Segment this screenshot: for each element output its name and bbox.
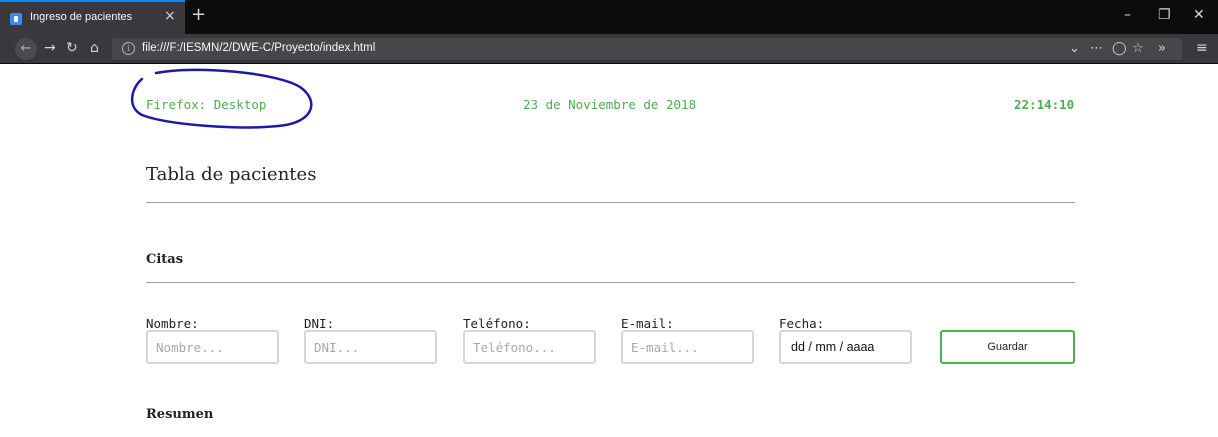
tab-close-button[interactable]: × [164, 8, 176, 24]
reload-icon[interactable]: ↻ [66, 40, 78, 56]
citas-heading: Citas [146, 252, 184, 267]
restore-icon[interactable]: ❐ [1158, 7, 1171, 23]
email-input[interactable] [621, 330, 754, 364]
page-title: Tabla de pacientes [146, 164, 317, 185]
forward-icon[interactable]: → [44, 40, 56, 56]
url-bar[interactable]: i file:///F:/IESMN/2/DWE-C/Proyecto/inde… [112, 38, 1182, 60]
page-content: Firefox: Desktop 23 de Noviembre de 2018… [0, 65, 1218, 437]
chevron-down-icon[interactable]: ⌄ [1069, 41, 1080, 56]
menu-icon[interactable]: ≡ [1196, 40, 1208, 56]
new-tab-button[interactable]: + [191, 4, 206, 25]
nombre-label: Nombre: [146, 316, 199, 331]
save-button[interactable]: Guardar [940, 330, 1075, 364]
citas-divider [146, 282, 1075, 283]
url-text[interactable]: file:///F:/IESMN/2/DWE-C/Proyecto/index.… [142, 42, 375, 54]
current-time: 22:14:10 [1014, 97, 1075, 112]
email-label: E-mail: [621, 316, 674, 331]
current-date: 23 de Noviembre de 2018 [523, 97, 697, 112]
bookmark-star-icon[interactable]: ☆ [1132, 41, 1144, 56]
back-icon[interactable]: ← [15, 38, 37, 60]
fecha-date-input[interactable]: dd / mm / aaaa [779, 330, 912, 364]
fecha-label: Fecha: [779, 316, 825, 331]
dni-label: DNI: [304, 316, 335, 331]
info-icon[interactable]: i [122, 42, 135, 55]
title-divider [146, 202, 1075, 203]
telefono-input[interactable] [463, 330, 596, 364]
minimize-icon[interactable]: – [1124, 7, 1131, 23]
close-icon[interactable]: ✕ [1193, 7, 1205, 23]
device-label: Firefox: Desktop [146, 97, 267, 112]
nombre-input[interactable] [146, 330, 279, 364]
pocket-icon[interactable]: ◯ [1112, 41, 1127, 56]
home-icon[interactable]: ⌂ [90, 40, 99, 56]
resumen-heading: Resumen [146, 407, 214, 422]
browser-nav-bar: ← → ↻ ⌂ i file:///F:/IESMN/2/DWE-C/Proye… [0, 34, 1218, 64]
favicon-icon [10, 13, 22, 25]
tab-title: Ingreso de pacientes [30, 11, 133, 23]
browser-tab-bar: Ingreso de pacientes × + – ❐ ✕ [0, 0, 1218, 34]
more-icon[interactable]: ⋯ [1090, 41, 1103, 56]
overflow-icon[interactable]: » [1158, 41, 1166, 56]
browser-tab[interactable]: Ingreso de pacientes × [0, 0, 185, 34]
telefono-label: Teléfono: [463, 316, 531, 331]
dni-input[interactable] [304, 330, 437, 364]
